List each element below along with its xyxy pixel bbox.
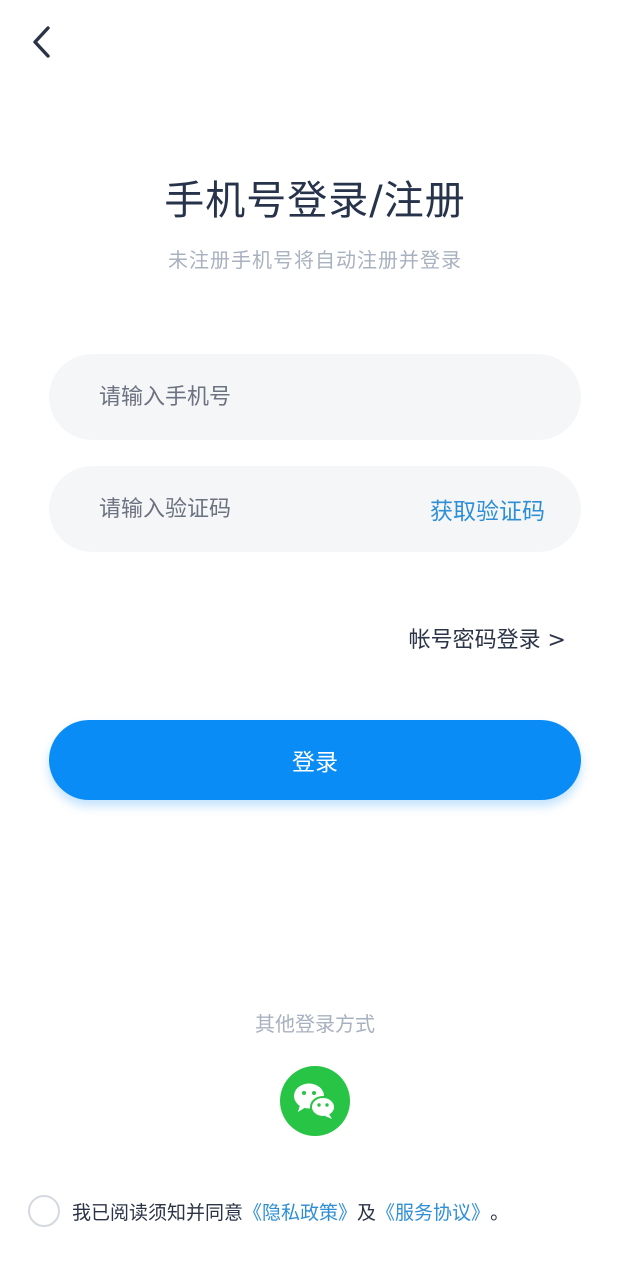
password-login-link[interactable]: 帐号密码登录 >	[409, 622, 566, 654]
get-code-button[interactable]: 获取验证码	[430, 492, 545, 526]
phone-input[interactable]	[99, 384, 545, 410]
back-button[interactable]	[22, 22, 62, 62]
other-login-title: 其他登录方式	[255, 1012, 375, 1036]
agreement-prefix: 我已阅读须知并同意	[72, 1201, 244, 1224]
code-field: 获取验证码	[49, 466, 581, 552]
service-agreement-link[interactable]: 《服务协议》	[376, 1198, 490, 1225]
agreement-row: 我已阅读须知并同意 《隐私政策》 及 《服务协议》 。	[28, 1195, 509, 1227]
wechat-login-button[interactable]	[280, 1066, 350, 1136]
privacy-policy-link[interactable]: 《隐私政策》	[243, 1198, 357, 1225]
agreement-suffix: 。	[490, 1201, 510, 1224]
verification-code-input[interactable]	[99, 496, 430, 522]
wechat-icon	[294, 1083, 336, 1119]
page-subtitle: 未注册手机号将自动注册并登录	[168, 248, 462, 272]
agreement-joiner: 及	[357, 1201, 377, 1224]
phone-field	[49, 354, 581, 440]
login-button[interactable]: 登录	[49, 720, 581, 800]
chevron-left-icon	[33, 26, 50, 58]
agreement-checkbox[interactable]	[28, 1195, 60, 1227]
page-title: 手机号登录/注册	[164, 178, 466, 224]
